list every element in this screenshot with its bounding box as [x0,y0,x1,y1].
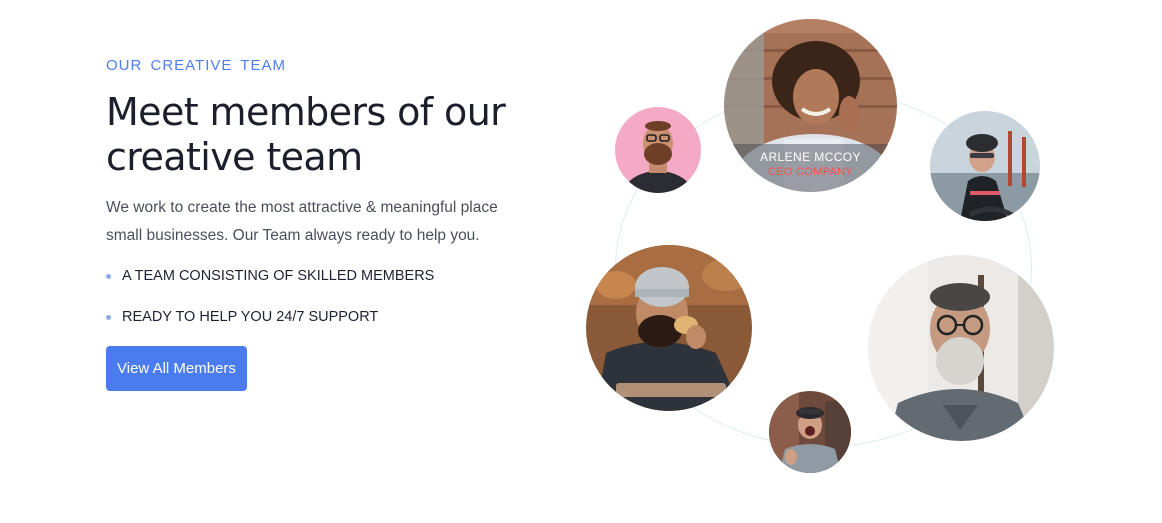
member-portrait-image [615,107,701,193]
member-photo[interactable] [615,107,701,193]
team-section: OUR CREATIVE TEAM Meet members of our cr… [0,0,1162,523]
member-portrait-image [769,391,851,473]
member-portrait-image [586,245,752,411]
member-portrait-image [930,111,1040,221]
member-photo[interactable] [868,255,1054,441]
member-photo[interactable] [769,391,851,473]
member-photo-arlene-mccoy[interactable]: ARLENE MCCOY CEO COMPANY [724,19,897,192]
team-photo-cluster: ARLENE MCCOY CEO COMPANY [0,0,1162,523]
member-portrait-image [868,255,1054,441]
featured-member-role: CEO COMPANY [768,166,853,178]
featured-member-name: ARLENE MCCOY [760,150,861,164]
member-photo[interactable] [586,245,752,411]
member-photo[interactable] [930,111,1040,221]
